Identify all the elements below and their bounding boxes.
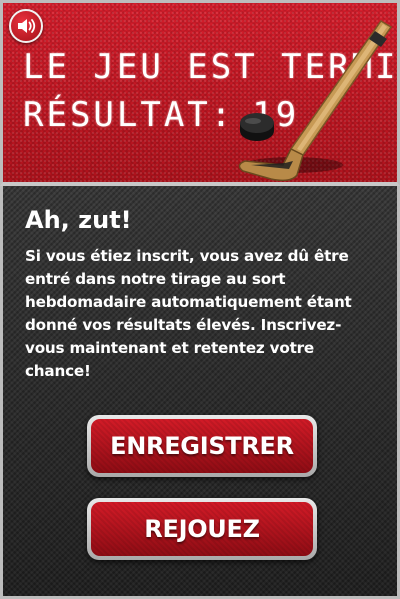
- scoreboard-panel: LE JEU EST TERMINÉ RÉSULTAT:19: [0, 0, 400, 186]
- result-label: RÉSULTAT:: [23, 95, 235, 135]
- game-over-screen: LE JEU EST TERMINÉ RÉSULTAT:19 Ah, zut! …: [0, 0, 400, 599]
- hockey-stick-icon: [238, 19, 393, 182]
- sound-toggle-button[interactable]: [9, 9, 43, 43]
- replay-button-label: REJOUEZ: [91, 502, 313, 556]
- replay-button[interactable]: REJOUEZ: [87, 498, 317, 560]
- message-panel: Ah, zut! Si vous étiez inscrit, vous ave…: [0, 186, 400, 599]
- message-title: Ah, zut!: [25, 206, 132, 234]
- register-button-label: ENREGISTRER: [91, 419, 313, 473]
- speaker-icon: [18, 19, 36, 33]
- message-body: Si vous étiez inscrit, vous avez dû être…: [25, 247, 352, 380]
- register-button[interactable]: ENREGISTRER: [87, 415, 317, 477]
